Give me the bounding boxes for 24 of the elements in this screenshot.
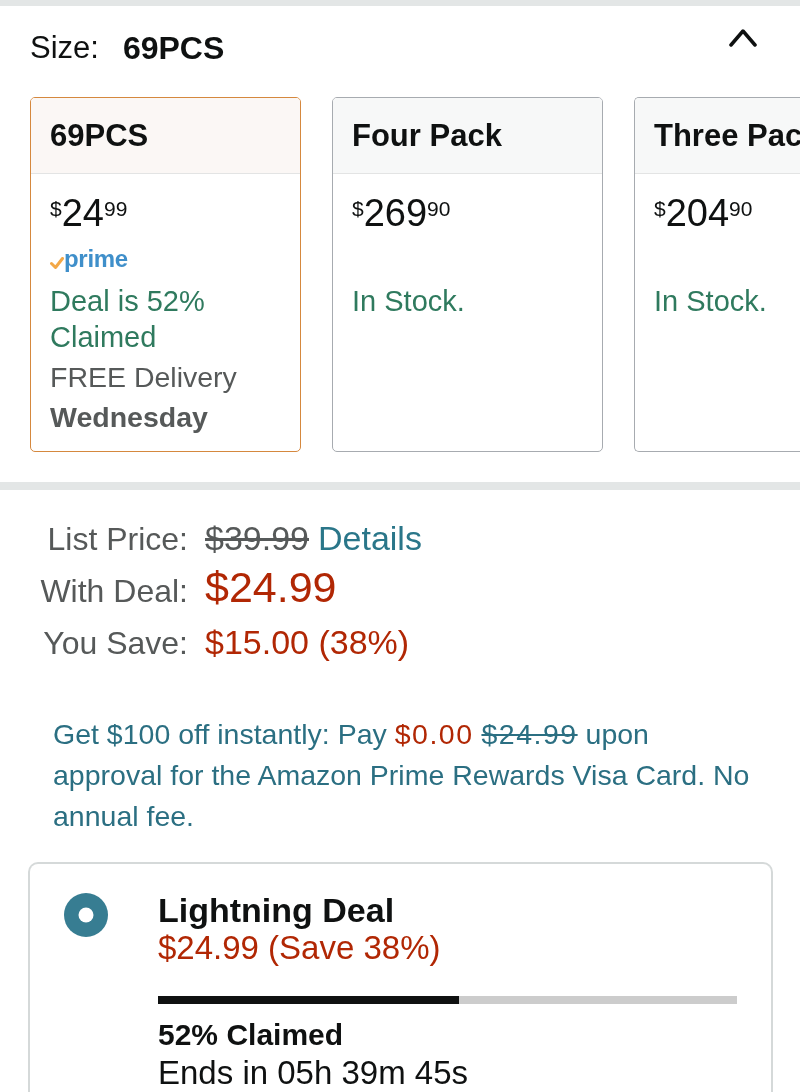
size-label: Size: xyxy=(30,30,99,66)
lightning-deal-price: $24.99 (Save 38%) xyxy=(158,929,442,967)
prime-logo-text: prime xyxy=(64,246,128,272)
card-offer-text: Get $100 off instantly: Pay $0.00 $24.99 upon approval for the Amazon Prime Rewards Visa Card. No annual fee. xyxy=(53,717,751,834)
check-icon xyxy=(50,257,64,269)
deal-price: $24.99 xyxy=(205,562,337,613)
option-status: In Stock. xyxy=(654,284,768,319)
option-status: In Stock. xyxy=(352,284,466,319)
price-label: With Deal: xyxy=(39,572,188,611)
chevron-up-icon[interactable] xyxy=(729,29,757,47)
savings-amount: $15.00 (38%) xyxy=(205,622,410,663)
option-status: Deal is 52% Claimed xyxy=(50,284,206,355)
option-name: Four Pack xyxy=(333,98,602,174)
claimed-text: 52% Claimed xyxy=(158,1017,345,1053)
selected-size: 69PCS xyxy=(122,30,225,66)
price-label: List Price: xyxy=(46,520,188,559)
option-name: 69PCS xyxy=(31,98,300,174)
details-link[interactable]: Details xyxy=(318,516,422,560)
deal-title: Lightning Deal xyxy=(158,891,396,929)
delivery-text: FREE Delivery Wednesday xyxy=(50,360,238,435)
price-label: You Save: xyxy=(42,624,188,663)
radio-button[interactable] xyxy=(64,893,108,937)
list-price: $39.99 xyxy=(205,518,309,559)
countdown-text: Ends in 05h 39m 45s xyxy=(158,1053,470,1092)
